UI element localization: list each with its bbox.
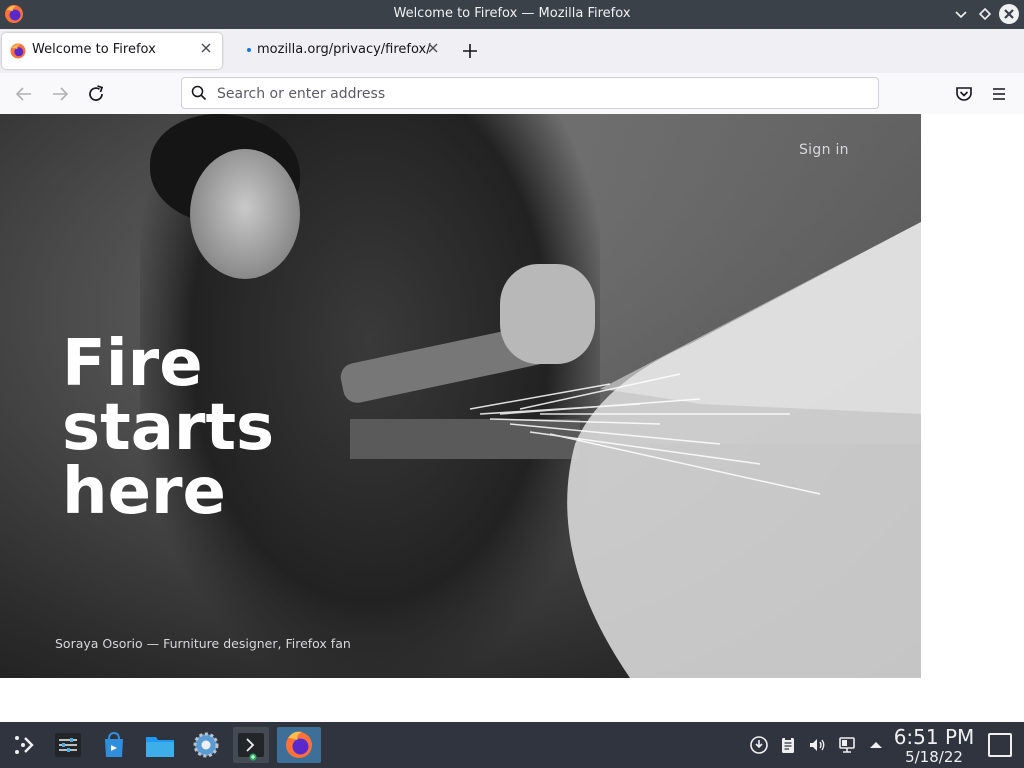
pocket-button[interactable] (953, 83, 975, 105)
navigation-toolbar (0, 73, 1024, 115)
tab-strip: Welcome to Firefox mozilla.org/privacy/f… (0, 29, 1024, 73)
hamburger-menu-icon (993, 88, 1005, 100)
headline-line: starts (62, 391, 275, 465)
window-titlebar: Welcome to Firefox — Mozilla Firefox (0, 0, 1024, 29)
pocket-icon (956, 87, 972, 101)
headline-line: here (62, 455, 226, 529)
window-title: Welcome to Firefox — Mozilla Firefox (393, 6, 631, 21)
tab-label: mozilla.org/privacy/firefox/ (257, 42, 431, 57)
arrow-left-icon (15, 87, 31, 101)
search-icon (191, 85, 207, 101)
chevron-up-icon[interactable] (866, 735, 886, 755)
photo-caption: Soraya Osorio — Furniture designer, Fire… (55, 636, 351, 651)
show-desktop-button[interactable] (988, 733, 1012, 757)
clipboard-icon[interactable] (778, 735, 798, 755)
network-icon[interactable] (837, 735, 857, 755)
new-tab-button[interactable] (460, 38, 480, 64)
url-bar[interactable] (181, 77, 879, 109)
firefox-icon (286, 731, 312, 758)
firefox-icon (10, 43, 26, 59)
volume-icon[interactable] (807, 735, 827, 755)
taskbar-system-settings[interactable] (188, 727, 224, 763)
settings-gear-icon (193, 732, 219, 758)
taskbar-mixer[interactable] (50, 727, 86, 763)
update-notifier-icon[interactable] (749, 735, 769, 755)
hero-image: Fire starts here Soraya Osorio — Furnitu… (0, 114, 921, 678)
diamond-icon (978, 7, 992, 21)
arrow-right-icon (53, 87, 69, 101)
discover-store-icon (105, 731, 123, 757)
taskbar: 6:51 PM 5/18/22 (0, 722, 1024, 768)
close-window-button[interactable] (999, 4, 1019, 24)
plus-icon (463, 44, 477, 58)
mixer-icon (55, 733, 81, 757)
minimize-button[interactable] (951, 4, 971, 24)
chevron-down-icon (955, 11, 967, 19)
tab-label: Welcome to Firefox (32, 42, 156, 57)
headline-line: Fire (62, 327, 203, 401)
application-launcher-button[interactable] (5, 727, 41, 763)
close-icon (1004, 9, 1014, 19)
terminal-icon (238, 733, 264, 761)
taskbar-discover[interactable] (96, 727, 132, 763)
hero-headline: Fire starts here (62, 332, 274, 524)
sign-in-link[interactable]: Sign in (799, 142, 849, 158)
tab-welcome[interactable]: Welcome to Firefox (2, 33, 222, 69)
tab-close-button[interactable] (200, 42, 212, 58)
clock-date[interactable]: 5/18/22 (893, 748, 975, 766)
taskbar-dolphin[interactable] (142, 727, 178, 763)
reload-icon (89, 85, 104, 101)
kde-launcher-icon (15, 736, 34, 754)
loading-dot-icon (247, 48, 251, 52)
tab-mozilla-privacy[interactable]: mozilla.org/privacy/firefox/ (236, 33, 446, 69)
close-icon (428, 43, 438, 53)
taskbar-konsole[interactable] (233, 727, 269, 763)
tab-close-button[interactable] (427, 42, 439, 58)
forward-button[interactable] (48, 82, 72, 106)
address-input[interactable] (215, 82, 859, 106)
maximize-button[interactable] (975, 4, 995, 24)
page-content: Fire starts here Soraya Osorio — Furnitu… (0, 114, 1024, 720)
reload-button[interactable] (84, 82, 108, 106)
folder-icon (146, 737, 174, 757)
app-menu-button[interactable] (988, 83, 1010, 105)
clock-time[interactable]: 6:51 PM (893, 725, 975, 749)
close-icon (201, 43, 211, 53)
taskbar-firefox[interactable] (277, 727, 321, 763)
back-button[interactable] (12, 82, 36, 106)
